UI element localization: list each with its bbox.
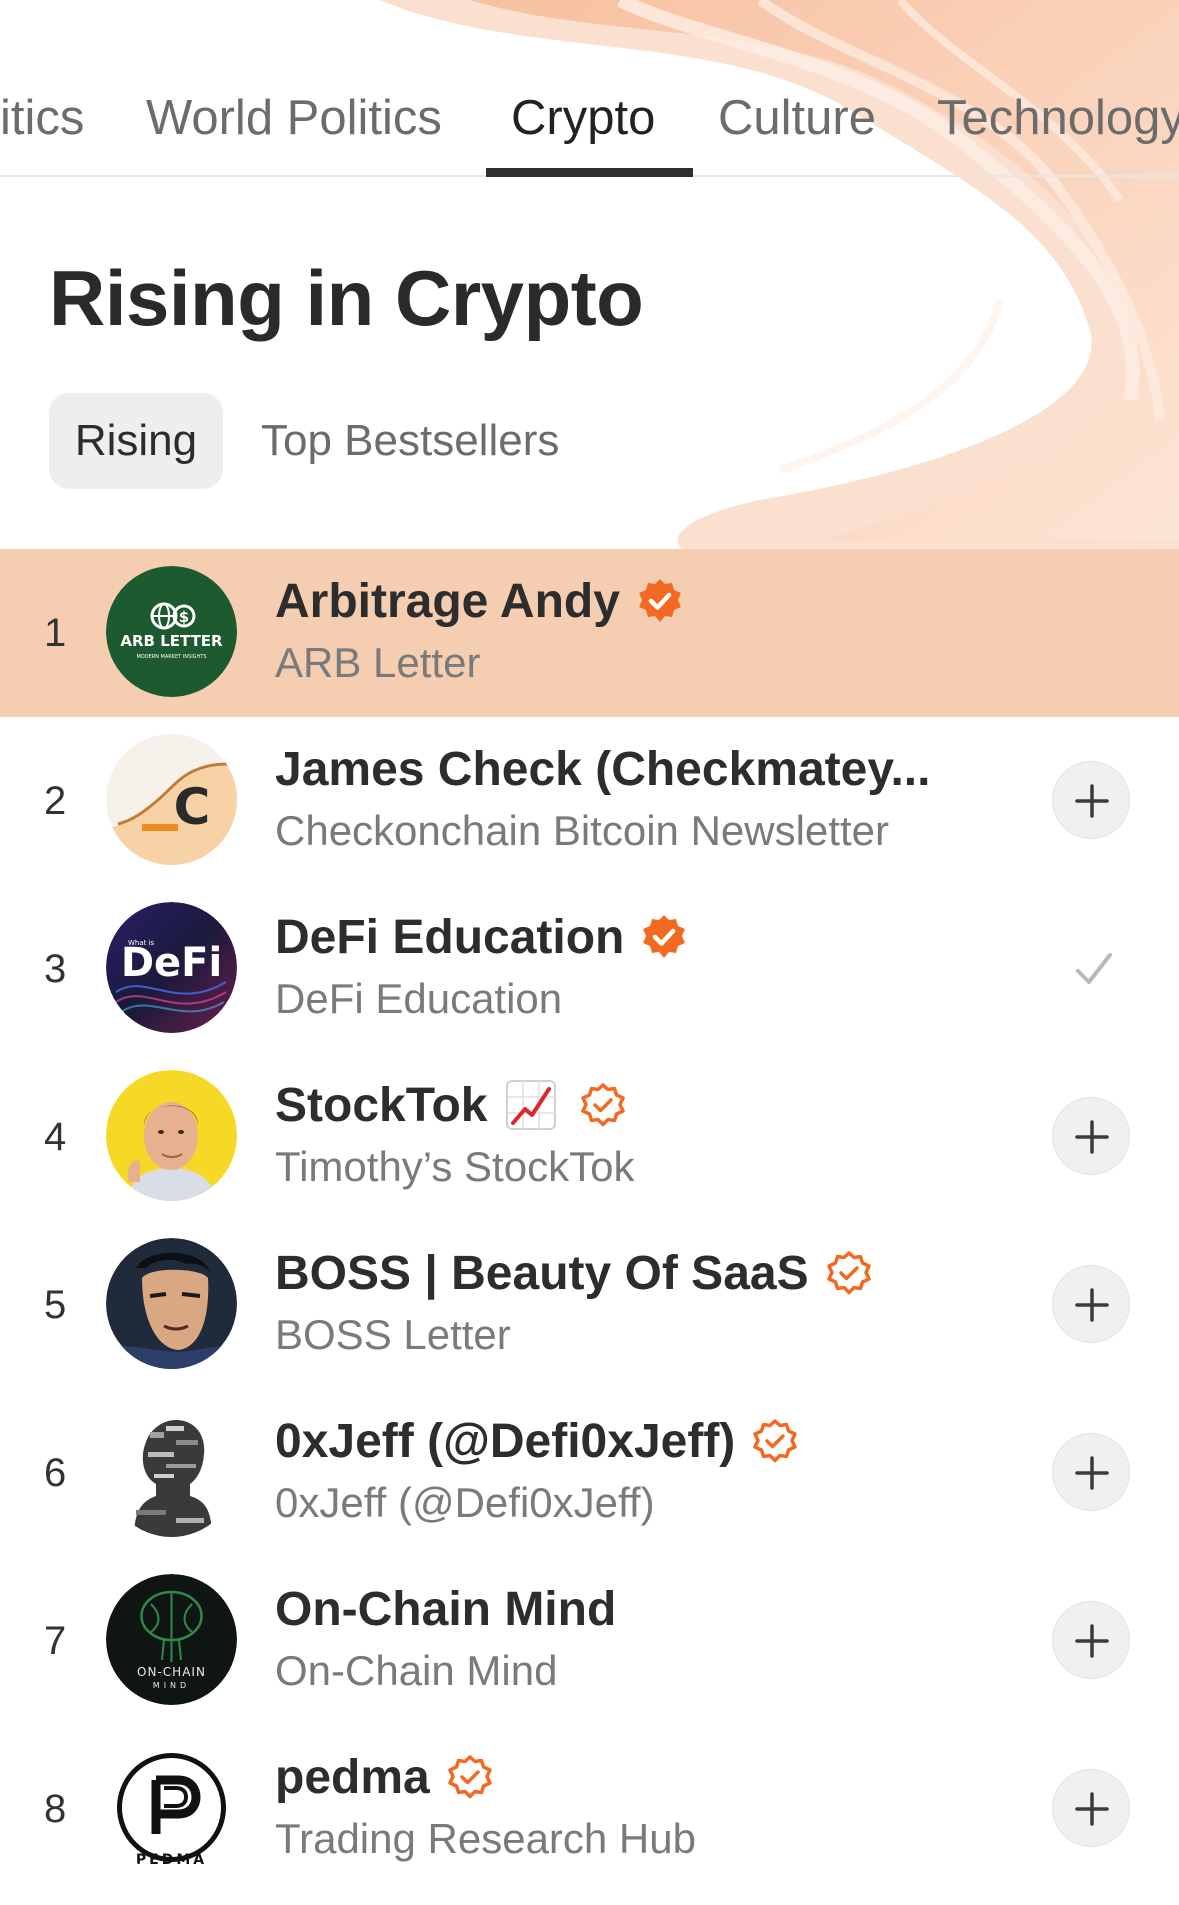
avatar: C bbox=[106, 734, 237, 865]
rank-number: 3 bbox=[44, 947, 67, 991]
publication-subtitle: Checkonchain Bitcoin Newsletter bbox=[275, 807, 889, 854]
list-item[interactable]: 1 $ ARB LETTER MODERN MARKET INSIGHTS Ar… bbox=[0, 549, 1179, 717]
name-line: 0xJeff (@Defi0xJeff) bbox=[275, 1409, 799, 1473]
add-button[interactable] bbox=[1052, 761, 1130, 839]
tab-politics[interactable]: itics bbox=[0, 88, 84, 148]
list-item[interactable]: 2 C James Check (Checkmatey... Checkonch… bbox=[0, 717, 1179, 885]
rank-number: 1 bbox=[44, 611, 67, 655]
rank-number: 7 bbox=[44, 1619, 67, 1663]
publication-name: StockTok bbox=[275, 1078, 488, 1132]
publication-subtitle: DeFi Education bbox=[275, 975, 563, 1022]
plus-icon bbox=[1075, 784, 1109, 818]
publication-name: 0xJeff (@Defi0xJeff) bbox=[275, 1414, 736, 1468]
subtab-top-bestsellers[interactable]: Top Bestsellers bbox=[261, 393, 559, 489]
publication-subtitle: ARB Letter bbox=[275, 639, 481, 686]
active-tab-indicator bbox=[486, 168, 693, 177]
avatar-subtext: MIND bbox=[153, 1681, 190, 1690]
rank-number: 8 bbox=[44, 1787, 67, 1831]
page-title: Rising in Crypto bbox=[49, 254, 644, 342]
name-line: On-Chain Mind bbox=[275, 1577, 616, 1641]
publication-name: Arbitrage Andy bbox=[275, 574, 620, 628]
rank-number: 6 bbox=[44, 1451, 67, 1495]
verified-outline-icon bbox=[826, 1251, 871, 1295]
verified-outline-icon bbox=[447, 1755, 492, 1799]
publication-name: On-Chain Mind bbox=[275, 1582, 617, 1636]
publication-name: James Check (Checkmatey... bbox=[275, 742, 931, 796]
rank-number: 5 bbox=[44, 1283, 67, 1327]
publication-name: pedma bbox=[275, 1750, 430, 1804]
tab-world-politics[interactable]: World Politics bbox=[146, 88, 442, 148]
publication-subtitle: 0xJeff (@Defi0xJeff) bbox=[275, 1479, 655, 1526]
avatar-text: ARB LETTER bbox=[120, 632, 223, 650]
tab-culture[interactable]: Culture bbox=[718, 88, 876, 148]
publication-name: DeFi Education bbox=[275, 910, 625, 964]
plus-icon bbox=[1075, 1288, 1109, 1322]
name-line: Arbitrage Andy bbox=[275, 569, 684, 633]
avatar-text: ON-CHAIN bbox=[137, 1665, 206, 1679]
name-line: StockTok bbox=[275, 1073, 627, 1137]
svg-text:$: $ bbox=[179, 608, 189, 626]
publication-subtitle: Timothy’s StockTok bbox=[275, 1143, 635, 1190]
rank-number: 4 bbox=[44, 1115, 67, 1159]
avatar-text: DeFi bbox=[121, 940, 222, 986]
add-button[interactable] bbox=[1052, 1097, 1130, 1175]
plus-icon bbox=[1075, 1120, 1109, 1154]
verified-outline-icon bbox=[753, 1419, 798, 1463]
publication-list: 1 $ ARB LETTER MODERN MARKET INSIGHTS Ar… bbox=[0, 549, 1179, 1893]
rank-number: 2 bbox=[44, 779, 67, 823]
avatar: PEDMA bbox=[106, 1742, 237, 1873]
publication-subtitle: BOSS Letter bbox=[275, 1311, 511, 1358]
list-item[interactable]: 8 PEDMA pedma Trading Research Hub bbox=[0, 1725, 1179, 1893]
publication-subtitle: Trading Research Hub bbox=[275, 1815, 696, 1862]
tab-crypto[interactable]: Crypto bbox=[511, 88, 655, 148]
list-item[interactable]: 7 ON-CHAIN MIND On-Chain Mind On-Chain M… bbox=[0, 1557, 1179, 1725]
chart-increasing-icon bbox=[506, 1080, 557, 1130]
avatar: ON-CHAIN MIND bbox=[106, 1574, 237, 1705]
name-line: James Check (Checkmatey... bbox=[275, 737, 930, 801]
plus-icon bbox=[1075, 1792, 1109, 1826]
plus-icon bbox=[1075, 1456, 1109, 1490]
list-item[interactable]: 6 0xJeff (@Defi0xJeff) 0xJeff (@Defi0xJe… bbox=[0, 1389, 1179, 1557]
avatar bbox=[106, 1238, 237, 1369]
add-button[interactable] bbox=[1052, 1769, 1130, 1847]
verified-filled-icon bbox=[643, 915, 686, 958]
avatar-subtext: MODERN MARKET INSIGHTS bbox=[136, 654, 206, 660]
add-button[interactable] bbox=[1052, 1265, 1130, 1343]
list-item[interactable]: 5 BOSS | Beauty Of SaaS BOSS Letter bbox=[0, 1221, 1179, 1389]
avatar bbox=[106, 1406, 237, 1537]
publication-subtitle: On-Chain Mind bbox=[275, 1647, 558, 1694]
avatar-text: C bbox=[174, 778, 211, 836]
add-button[interactable] bbox=[1052, 1433, 1130, 1511]
avatar: What is DeFi bbox=[106, 902, 237, 1033]
subtab-rising[interactable]: Rising bbox=[49, 393, 223, 489]
add-button[interactable] bbox=[1052, 1601, 1130, 1679]
category-tabs: itics World Politics Crypto Culture Tech… bbox=[0, 0, 1179, 177]
name-line: DeFi Education bbox=[275, 905, 688, 969]
plus-icon bbox=[1075, 1624, 1109, 1658]
publication-name: BOSS | Beauty Of SaaS bbox=[275, 1246, 809, 1300]
subscribed-check-icon[interactable] bbox=[1070, 945, 1118, 993]
avatar-text: PEDMA bbox=[136, 1852, 207, 1868]
avatar bbox=[106, 1070, 237, 1201]
verified-filled-icon bbox=[638, 579, 681, 622]
list-item[interactable]: 4 StockTok Timothy’s StockTok bbox=[0, 1053, 1179, 1221]
list-item[interactable]: 3 What is DeFi DeFi Education DeFi Educa… bbox=[0, 885, 1179, 1053]
tab-technology[interactable]: Technology bbox=[937, 88, 1179, 148]
name-line: BOSS | Beauty Of SaaS bbox=[275, 1241, 873, 1305]
verified-outline-icon bbox=[581, 1083, 626, 1127]
page: itics World Politics Crypto Culture Tech… bbox=[0, 0, 1179, 1905]
avatar: $ ARB LETTER MODERN MARKET INSIGHTS bbox=[106, 566, 237, 697]
name-line: pedma bbox=[275, 1745, 494, 1809]
